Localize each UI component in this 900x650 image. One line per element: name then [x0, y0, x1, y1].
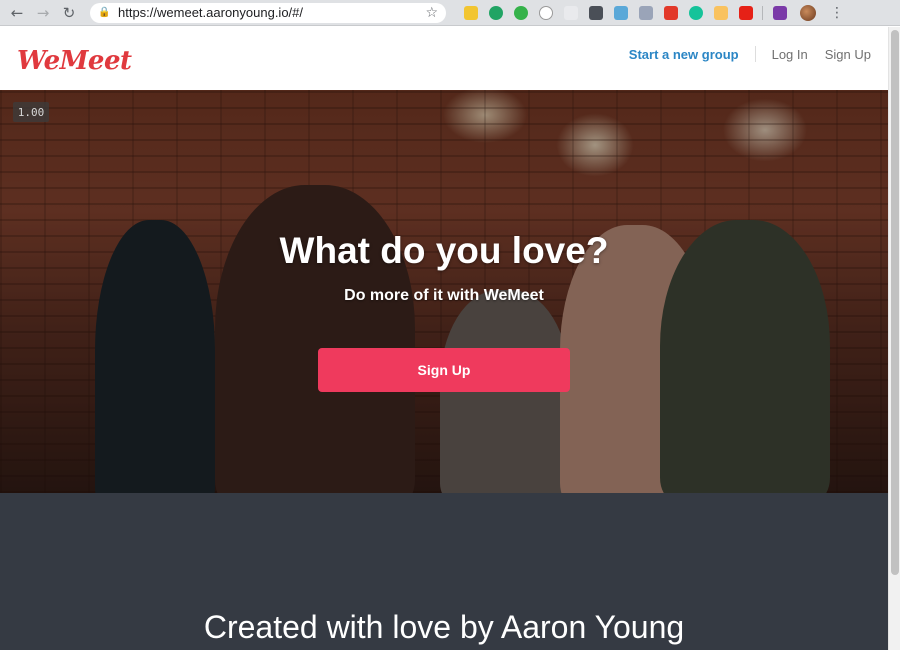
stack-extension-icon[interactable] [663, 5, 678, 20]
hero-section: 1.00 What do you love? Do more of it wit… [0, 90, 888, 493]
forward-arrow-icon[interactable]: → [32, 2, 54, 24]
back-arrow-icon[interactable]: ← [6, 2, 28, 24]
wemeet-logo[interactable]: WeMeet [17, 46, 132, 76]
extension-separator [762, 5, 763, 20]
doc-extension-icon[interactable] [563, 5, 578, 20]
page-scrollbar[interactable] [888, 27, 900, 650]
hero-title: What do you love? [279, 230, 609, 271]
more-menu-icon[interactable]: ⋮ [830, 5, 844, 21]
react-extension-icon[interactable] [613, 5, 628, 20]
extensions-bar [458, 5, 792, 20]
hero-subtitle: Do more of it with WeMeet [344, 287, 544, 304]
browser-toolbar: ← → ↻ 🔒 https://wemeet.aaronyoung.io/#/ … [0, 0, 900, 26]
onenote-extension-icon[interactable] [772, 5, 787, 20]
hangouts-extension-icon[interactable] [488, 5, 503, 20]
bookmark-star-icon[interactable]: ☆ [425, 5, 438, 21]
reload-icon[interactable]: ↻ [58, 2, 80, 24]
circle-extension-icon[interactable] [538, 5, 553, 20]
signup-link[interactable]: Sign Up [825, 47, 871, 62]
header-nav: Start a new group Log In Sign Up [629, 46, 871, 62]
lock-icon: 🔒 [98, 7, 111, 18]
scrollbar-thumb[interactable] [891, 30, 899, 575]
url-text[interactable]: https://wemeet.aaronyoung.io/#/ [118, 5, 425, 20]
site-header: WeMeet Start a new group Log In Sign Up [0, 27, 888, 90]
id-extension-icon[interactable] [513, 5, 528, 20]
login-link[interactable]: Log In [772, 47, 808, 62]
start-group-link[interactable]: Start a new group [629, 47, 739, 62]
notes-extension-icon[interactable] [463, 5, 478, 20]
zoom-badge: 1.00 [13, 102, 49, 122]
nav-divider [754, 46, 756, 62]
footer-section: Created with love by Aaron Young [0, 493, 888, 650]
youtube-extension-icon[interactable] [738, 5, 753, 20]
pocket-extension-icon[interactable] [588, 5, 603, 20]
dev-extension-icon[interactable] [638, 5, 653, 20]
spark-extension-icon[interactable] [713, 5, 728, 20]
address-bar[interactable]: 🔒 https://wemeet.aaronyoung.io/#/ ☆ [90, 2, 446, 23]
hero-signup-button[interactable]: Sign Up [318, 348, 570, 392]
footer-credit: Created with love by Aaron Young [203, 609, 685, 645]
grammarly-extension-icon[interactable] [688, 5, 703, 20]
profile-avatar[interactable] [800, 4, 816, 21]
